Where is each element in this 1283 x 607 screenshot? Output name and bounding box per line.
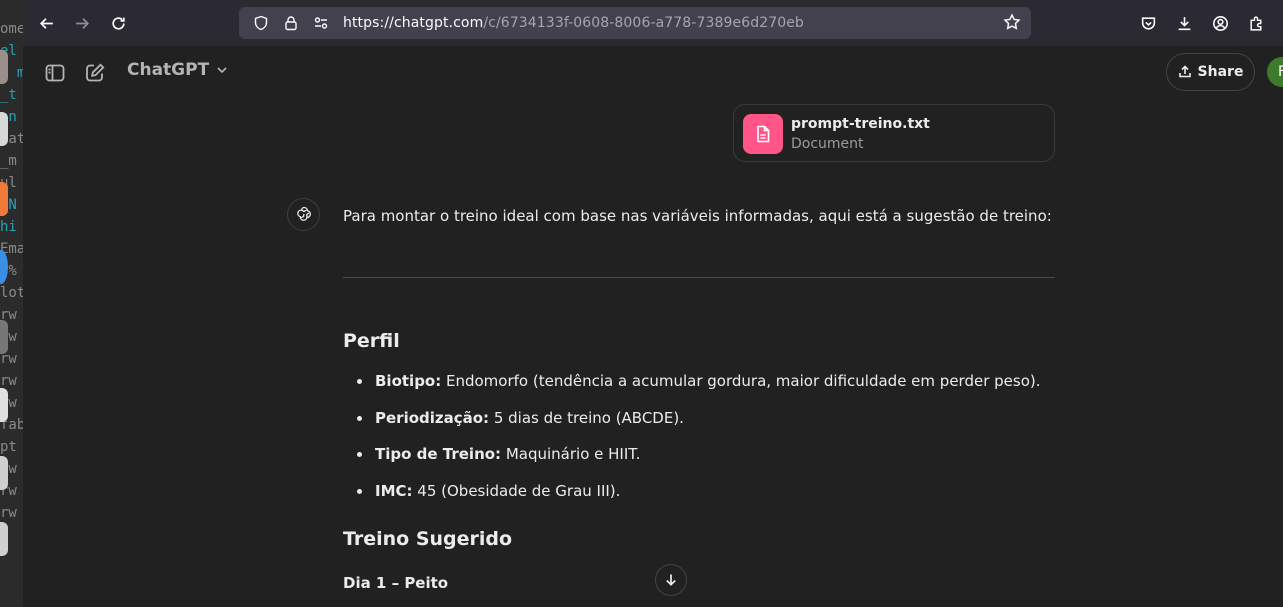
dock-app-icon[interactable] [0, 456, 8, 490]
attachment-type: Document [791, 136, 864, 152]
terminal-background-text: ome el s m _t an vat _m ul _N hi Ema 8% lot rw rw rw rw r… [0, 0, 23, 607]
dock-app-icon[interactable] [0, 388, 8, 422]
pocket-icon [1141, 16, 1155, 30]
dock-app-icon[interactable] [0, 112, 8, 146]
account-button[interactable] [1205, 8, 1235, 38]
terminal-line: _m [0, 153, 17, 169]
account-icon [1212, 15, 1228, 31]
section-title-perfil: Perfil [343, 330, 400, 352]
share-label: Share [1197, 64, 1244, 80]
item-value: Endomorfo (tendência a acumular gordura,… [441, 372, 1041, 390]
item-label: Periodização: [375, 408, 490, 427]
forward-button[interactable] [67, 8, 97, 38]
chevron-down-icon [217, 67, 227, 74]
item-label: Tipo de Treino: [375, 445, 502, 464]
terminal-line: pt [0, 439, 17, 455]
chatgpt-logo-icon [287, 198, 320, 231]
reload-button[interactable] [103, 8, 133, 38]
new-chat-icon[interactable] [84, 62, 106, 84]
day-title: Dia 1 – Peito [343, 574, 449, 592]
profile-list: Biotipo: Endomorfo (tendência a acumular… [343, 370, 1055, 516]
list-item: Biotipo: Endomorfo (tendência a acumular… [343, 370, 1055, 407]
dock-app-icon[interactable] [0, 522, 8, 556]
item-label: Biotipo: [375, 372, 442, 390]
download-icon [1178, 16, 1190, 30]
list-item: Periodização: 5 dias de treino (ABCDE). [343, 407, 1055, 444]
list-item: IMC: 45 (Obesidade de Grau III). [343, 480, 1055, 517]
permissions-icon[interactable] [313, 15, 329, 31]
url-path: /c/6734133f-0608-8006-a778-7389e6d270eb [483, 15, 804, 31]
item-label: IMC: [375, 481, 413, 500]
divider [343, 277, 1055, 278]
downloads-button[interactable] [1169, 8, 1199, 38]
user-avatar[interactable]: F [1267, 57, 1283, 87]
file-attachment-card[interactable]: prompt-treino.txt Document [733, 104, 1055, 162]
document-icon [743, 114, 783, 154]
terminal-line: rw [0, 505, 17, 521]
dock-app-icon[interactable] [0, 182, 8, 216]
item-value: 5 dias de treino (ABCDE). [489, 408, 684, 427]
dock-app-icon[interactable] [0, 320, 8, 354]
share-button[interactable]: Share [1166, 53, 1255, 91]
pocket-button[interactable] [1133, 8, 1163, 38]
dock-app-icon[interactable] [0, 50, 8, 84]
puzzle-icon [1249, 15, 1261, 31]
sidebar-toggle-icon[interactable] [44, 62, 66, 84]
desktop-dock: ome el s m _t an vat _m ul _N hi Ema 8% lot rw rw rw rw r… [0, 0, 23, 607]
section-title-treino-sugerido: Treino Sugerido [343, 528, 513, 550]
reload-icon [111, 16, 125, 30]
attachment-filename: prompt-treino.txt [791, 116, 930, 132]
scroll-to-bottom-button[interactable] [655, 564, 687, 596]
list-item: Tipo de Treino: Maquinário e HIIT. [343, 443, 1055, 480]
url-host: https://chatgpt.com [343, 15, 484, 31]
back-button[interactable] [31, 8, 61, 38]
model-selector[interactable]: ChatGPT [127, 60, 229, 80]
terminal-line: _t [0, 87, 17, 103]
lock-icon[interactable] [283, 15, 299, 31]
arrow-down-icon [666, 574, 676, 586]
arrow-left-icon [39, 17, 53, 29]
shield-icon[interactable] [253, 15, 269, 31]
assistant-intro-text: Para montar o treino ideal com base nas … [343, 207, 1052, 225]
url-bar[interactable]: https://chatgpt.com/c/6734133f-0608-8006… [239, 7, 1031, 39]
browser-toolbar: https://chatgpt.com/c/6734133f-0608-8006… [23, 0, 1283, 46]
url-text[interactable]: https://chatgpt.com/c/6734133f-0608-8006… [343, 15, 804, 31]
share-icon [1178, 65, 1191, 78]
terminal-line: lot [0, 285, 23, 301]
item-value: 45 (Obesidade de Grau III). [412, 481, 621, 500]
terminal-line: hi [0, 219, 17, 235]
item-value: Maquinário e HIIT. [501, 445, 641, 464]
arrow-right-icon [75, 17, 89, 29]
extensions-button[interactable] [1241, 8, 1271, 38]
model-name: ChatGPT [127, 60, 210, 80]
bookmark-star-icon[interactable] [1003, 13, 1023, 33]
terminal-line: ome [0, 21, 23, 37]
chat-header: ChatGPT Share F [23, 46, 1283, 100]
